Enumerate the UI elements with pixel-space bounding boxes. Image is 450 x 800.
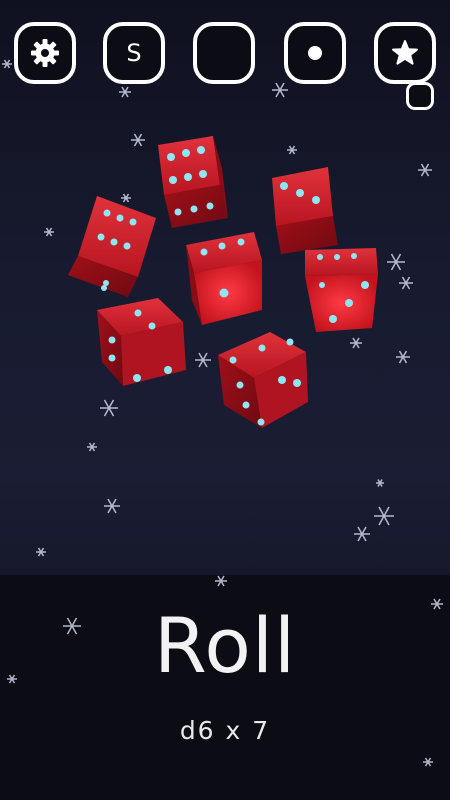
die-5[interactable]	[305, 248, 378, 332]
blank-button[interactable]	[193, 22, 255, 84]
top-toolbar: S	[0, 0, 450, 120]
die-3[interactable]	[68, 196, 156, 297]
die-4[interactable]	[186, 232, 262, 325]
small-square-button[interactable]	[406, 82, 434, 110]
s-button-label: S	[126, 39, 142, 67]
s-button[interactable]: S	[103, 22, 165, 84]
star-button[interactable]	[374, 22, 436, 84]
gear-icon	[30, 38, 60, 68]
die-1[interactable]	[158, 136, 228, 228]
roll-button-label[interactable]: Roll	[0, 608, 450, 684]
star-icon	[391, 39, 419, 67]
die-6[interactable]	[97, 298, 186, 386]
settings-button[interactable]	[14, 22, 76, 84]
dice-spec-label: d6 x 7	[179, 716, 271, 745]
dot-button[interactable]	[284, 22, 346, 84]
die-2[interactable]	[272, 167, 338, 254]
die-7[interactable]	[218, 332, 308, 428]
dot-icon	[307, 45, 323, 61]
